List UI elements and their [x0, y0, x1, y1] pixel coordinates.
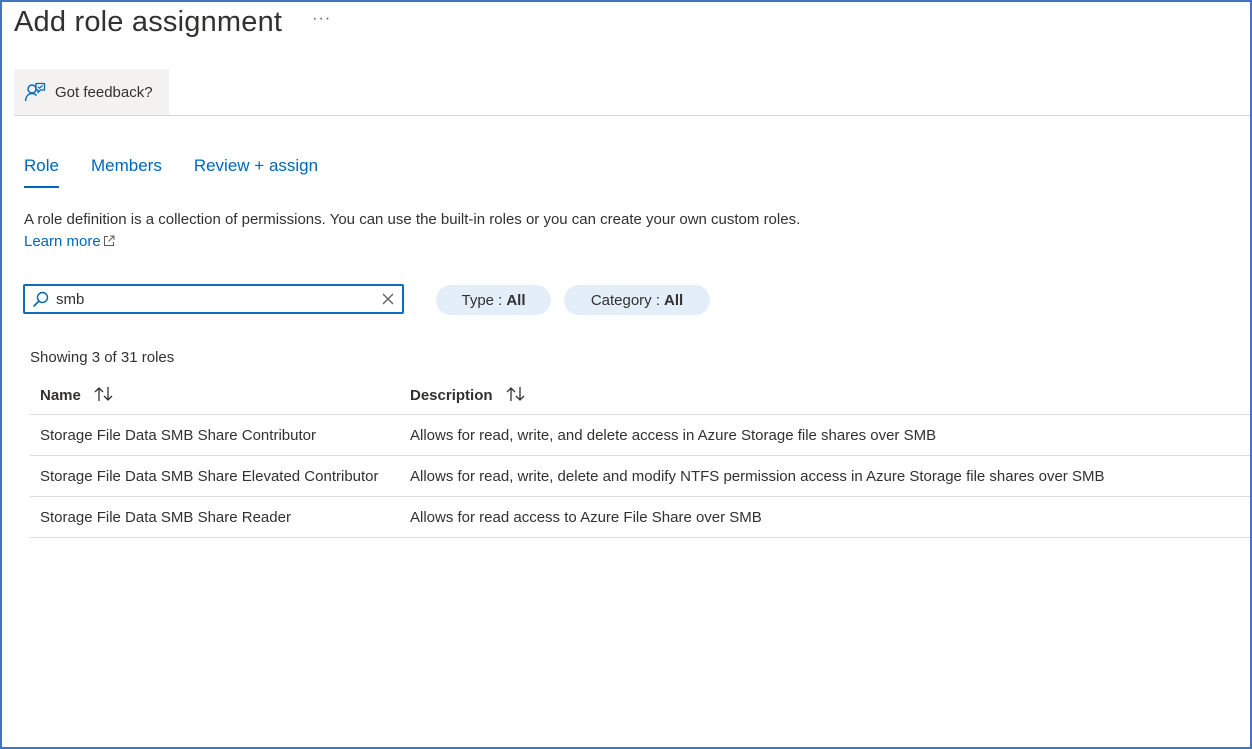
role-description-cell: Allows for read, write, and delete acces…: [410, 426, 937, 444]
role-description-cell: Allows for read, write, delete and modif…: [410, 467, 1105, 485]
description-column-label: Description: [410, 386, 493, 404]
tab-list: Role Members Review + assign: [24, 152, 350, 188]
role-name-cell: Storage File Data SMB Share Contributor: [40, 426, 316, 444]
command-bar: Got feedback?: [14, 69, 1250, 116]
feedback-label: Got feedback?: [55, 83, 153, 101]
app-frame: Add role assignment ··· Got feedback? Ro…: [0, 0, 1252, 749]
search-icon: [33, 291, 49, 307]
role-description-cell: Allows for read access to Azure File Sha…: [410, 508, 762, 526]
role-name-cell: Storage File Data SMB Share Elevated Con…: [40, 467, 379, 485]
table-row[interactable]: Storage File Data SMB Share Contributor …: [30, 415, 1250, 456]
tab-members[interactable]: Members: [91, 152, 162, 188]
feedback-icon: [24, 82, 46, 102]
table-row[interactable]: Storage File Data SMB Share Elevated Con…: [30, 456, 1250, 497]
table-header-row: Name Description: [30, 374, 1250, 415]
role-name-cell: Storage File Data SMB Share Reader: [40, 508, 291, 526]
table-row[interactable]: Storage File Data SMB Share Reader Allow…: [30, 497, 1250, 538]
learn-more-link[interactable]: Learn more: [24, 233, 115, 250]
feedback-button[interactable]: Got feedback?: [14, 69, 169, 115]
type-filter-value: All: [506, 291, 526, 309]
name-column-label: Name: [40, 386, 81, 404]
type-filter-label: Type :: [461, 291, 503, 309]
results-count: Showing 3 of 31 roles: [30, 349, 175, 366]
name-column-header[interactable]: Name: [30, 385, 410, 404]
more-options-button[interactable]: ···: [312, 10, 331, 28]
roles-table: Name Description Storage File Data SMB S…: [30, 374, 1250, 538]
description-column-header[interactable]: Description: [410, 385, 1250, 404]
category-filter-label: Category :: [590, 291, 661, 309]
learn-more-label: Learn more: [24, 233, 101, 250]
sort-icon[interactable]: [93, 385, 115, 403]
role-description: A role definition is a collection of per…: [24, 209, 804, 253]
role-search-box[interactable]: [23, 284, 404, 314]
sort-icon[interactable]: [505, 385, 527, 403]
search-input[interactable]: [56, 290, 382, 308]
page-title: Add role assignment: [14, 5, 283, 38]
tab-review-assign[interactable]: Review + assign: [194, 152, 318, 188]
type-filter-pill[interactable]: Type : All: [436, 285, 551, 315]
external-link-icon: [103, 235, 115, 246]
title-row: Add role assignment ···: [14, 2, 331, 42]
category-filter-value: All: [664, 291, 684, 309]
description-text: A role definition is a collection of per…: [24, 211, 801, 228]
tab-role[interactable]: Role: [24, 152, 59, 188]
category-filter-pill[interactable]: Category : All: [564, 285, 710, 315]
clear-search-icon[interactable]: [382, 293, 394, 305]
